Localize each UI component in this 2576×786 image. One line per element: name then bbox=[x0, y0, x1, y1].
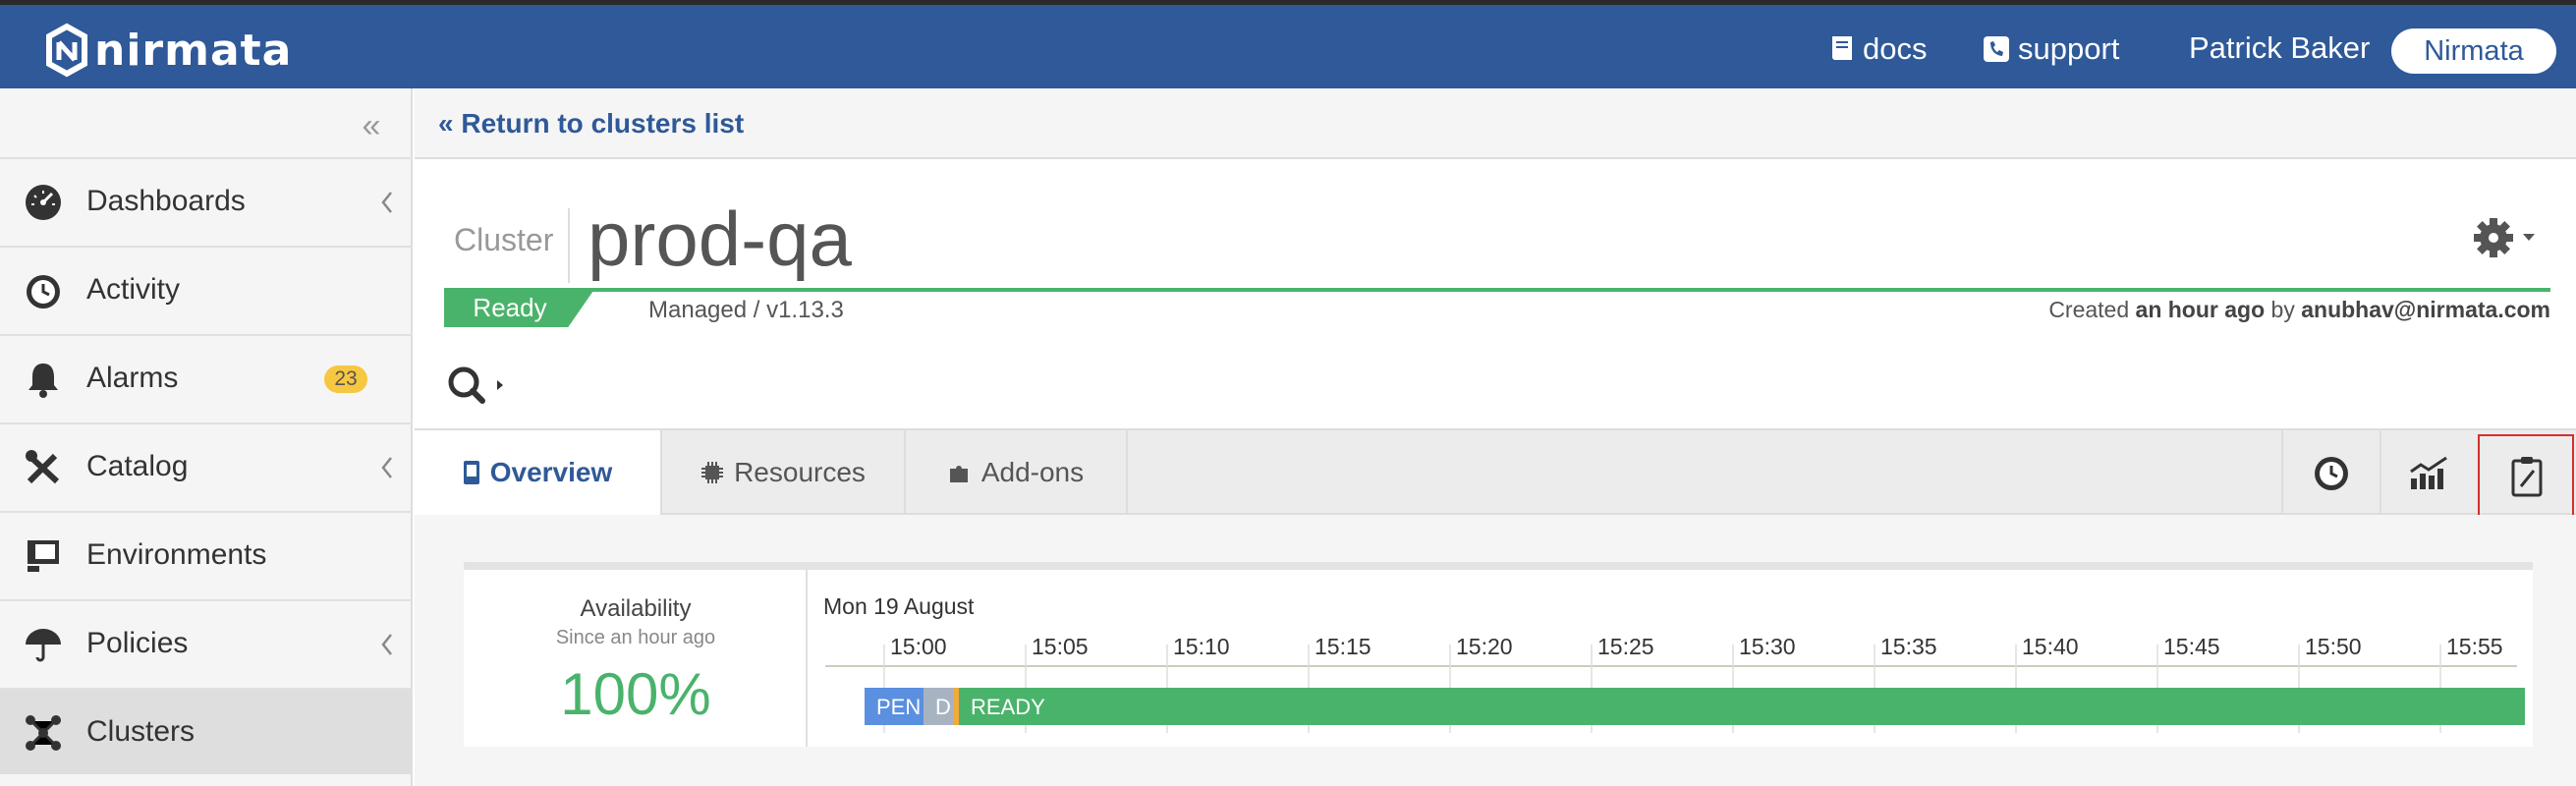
created-info: Created an hour ago by anubhav@nirmata.c… bbox=[2048, 297, 2550, 323]
sidebar-item-label: Clusters bbox=[86, 715, 196, 748]
umbrella-icon bbox=[26, 629, 61, 662]
metrics-button[interactable] bbox=[2380, 430, 2478, 515]
tools-icon bbox=[26, 450, 60, 484]
support-link[interactable]: support bbox=[1983, 28, 2119, 70]
sidebar-item-label: Catalog bbox=[86, 450, 189, 482]
sidebar: « Dashboards Activity Alarms 23 Catalog … bbox=[0, 88, 413, 786]
bell-icon bbox=[28, 364, 58, 398]
cluster-tabs: Overview Resources Add-ons bbox=[415, 428, 2576, 519]
timeline-date: Mon 19 August bbox=[823, 593, 975, 619]
report-button[interactable] bbox=[2478, 434, 2574, 519]
tab-label: Resources bbox=[734, 457, 866, 487]
sidebar-item-policies[interactable]: Policies bbox=[0, 599, 413, 686]
brand-name: nirmata bbox=[94, 25, 293, 76]
phone-device-icon bbox=[463, 461, 479, 484]
created-by-word: by bbox=[2270, 297, 2295, 322]
timeline-tick-label: 15:45 bbox=[2163, 634, 2220, 659]
cluster-version: Managed / v1.13.3 bbox=[648, 297, 844, 323]
dashboard-gauge-icon bbox=[26, 185, 61, 220]
settings-gear-icon[interactable] bbox=[2474, 216, 2543, 259]
tab-resources[interactable]: Resources bbox=[662, 430, 906, 515]
sidebar-item-alarms[interactable]: Alarms 23 bbox=[0, 334, 413, 421]
sidebar-item-clusters[interactable]: Clusters bbox=[0, 688, 413, 774]
history-button[interactable] bbox=[2281, 430, 2380, 515]
status-badge: Ready bbox=[444, 288, 595, 327]
top-navbar: nirmata docs support Patrick Baker Nirma… bbox=[0, 0, 2576, 88]
sidebar-item-catalog[interactable]: Catalog bbox=[0, 422, 413, 509]
search-icon[interactable] bbox=[444, 364, 503, 407]
nirmata-logo-icon bbox=[46, 23, 87, 78]
tab-add-ons[interactable]: Add-ons bbox=[906, 430, 1128, 515]
availability-panel: Availability Since an hour ago 100% Mon … bbox=[464, 562, 2533, 747]
sidebar-item-environments[interactable]: Environments bbox=[0, 511, 413, 597]
availability-title: Availability bbox=[580, 595, 692, 622]
sidebar-item-label: Environments bbox=[86, 538, 267, 571]
page-title: prod-qa bbox=[588, 196, 852, 282]
sidebar-item-label: Policies bbox=[86, 627, 189, 659]
return-label: Return to clusters list bbox=[461, 108, 745, 139]
timeline-segment-label: READY bbox=[971, 695, 1045, 719]
timeline-tick-label: 15:20 bbox=[1456, 634, 1513, 659]
chip-icon bbox=[701, 462, 724, 483]
clock-icon bbox=[27, 275, 60, 309]
timeline-segment[interactable] bbox=[953, 688, 959, 725]
timeline-tick-label: 15:25 bbox=[1597, 634, 1654, 659]
created-time: an hour ago bbox=[2135, 297, 2266, 322]
sidebar-item-label: Dashboards bbox=[86, 185, 246, 217]
timeline-tick-label: 15:55 bbox=[2446, 634, 2503, 659]
created-prefix: Created bbox=[2048, 297, 2130, 322]
report-icon bbox=[2511, 457, 2543, 497]
book-icon bbox=[1831, 36, 1852, 60]
phone-icon bbox=[1984, 36, 2009, 62]
timeline-tick-label: 15:05 bbox=[1032, 634, 1089, 659]
status-line bbox=[444, 288, 2550, 292]
return-to-clusters-link[interactable]: « Return to clusters list bbox=[438, 108, 744, 140]
timeline-tick-label: 15:30 bbox=[1739, 634, 1796, 659]
timeline-segment-label: D bbox=[935, 695, 951, 719]
sidebar-item-label: Activity bbox=[86, 273, 181, 306]
support-label: support bbox=[2018, 31, 2120, 66]
cluster-type-label: Cluster bbox=[454, 222, 554, 257]
history-icon bbox=[2315, 457, 2348, 490]
timeline-tick-label: 15:50 bbox=[2305, 634, 2362, 659]
chevron-left-icon bbox=[381, 634, 392, 655]
cluster-nodes-icon bbox=[26, 715, 61, 751]
sidebar-item-label: Alarms bbox=[86, 362, 179, 394]
timeline-tick-label: 15:35 bbox=[1880, 634, 1937, 659]
timeline-tick-label: 15:15 bbox=[1315, 634, 1372, 659]
docs-link[interactable]: docs bbox=[1827, 28, 1927, 70]
timeline-tick-label: 15:40 bbox=[2022, 634, 2079, 659]
chevron-left-icon bbox=[381, 192, 392, 213]
created-by: anubhav@nirmata.com bbox=[2301, 297, 2550, 322]
tab-label: Overview bbox=[489, 457, 613, 487]
availability-value: 100% bbox=[560, 661, 711, 727]
availability-since: Since an hour ago bbox=[555, 627, 716, 648]
org-switcher[interactable]: Nirmata bbox=[2391, 28, 2556, 74]
user-name[interactable]: Patrick Baker bbox=[2189, 30, 2370, 66]
monitor-icon bbox=[28, 540, 59, 572]
timeline-segment-label: PEN bbox=[876, 695, 921, 719]
collapse-sidebar-icon[interactable]: « bbox=[354, 108, 389, 143]
sidebar-item-activity[interactable]: Activity bbox=[0, 246, 413, 332]
alarms-count-badge: 23 bbox=[324, 365, 367, 393]
tab-label: Add-ons bbox=[980, 457, 1085, 487]
chevron-left-icon bbox=[381, 457, 392, 478]
tab-overview[interactable]: Overview bbox=[415, 430, 662, 515]
timeline-tick-label: 15:10 bbox=[1173, 634, 1230, 659]
title-divider bbox=[568, 208, 570, 283]
timeline-segment[interactable] bbox=[959, 688, 2525, 725]
breadcrumb: « Return to clusters list bbox=[415, 88, 2576, 159]
puzzle-icon bbox=[949, 466, 968, 482]
chart-icon bbox=[2410, 456, 2447, 489]
nirmata-logo[interactable]: nirmata bbox=[43, 23, 292, 78]
timeline-tick-label: 15:00 bbox=[890, 634, 947, 659]
availability-summary: Availability Since an hour ago 100% bbox=[464, 570, 808, 747]
docs-label: docs bbox=[1863, 31, 1928, 66]
sidebar-item-dashboards[interactable]: Dashboards bbox=[0, 157, 413, 244]
availability-timeline[interactable]: 15:00 15:05 15:10 15:15 15:20 15:25 15:30 15:35… bbox=[815, 625, 2525, 733]
